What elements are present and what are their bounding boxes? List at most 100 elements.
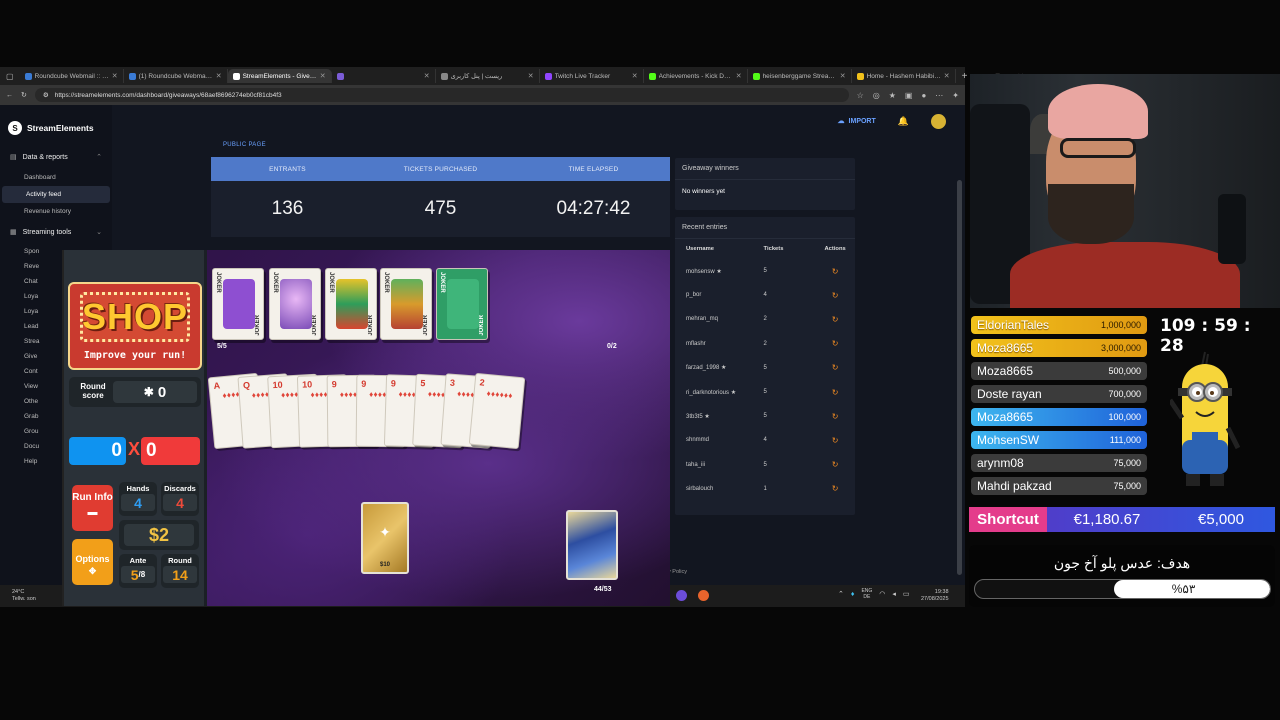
chart-icon: ▤ [10, 154, 17, 161]
round-label: Round [168, 556, 192, 565]
joker-card[interactable]: JOKER JOKER [212, 268, 264, 340]
language-indicator[interactable]: ENG DE [861, 588, 872, 600]
extension-icon[interactable]: ◎ [873, 91, 880, 100]
run-info-button[interactable]: Run Info ▬ [72, 485, 113, 531]
firefox-icon[interactable] [698, 590, 709, 601]
mic-icon[interactable]: ♦ [851, 591, 855, 598]
tab-close-icon[interactable]: ✕ [632, 72, 638, 80]
bell-icon[interactable]: 🔔 [898, 116, 909, 127]
public-page-link[interactable]: PUBLIC PAGE [223, 142, 266, 148]
reload-icon[interactable]: ↻ [21, 91, 27, 99]
browser-tab[interactable]: Home - Hashem Habibian ✕ [852, 69, 956, 83]
refresh-icon[interactable]: ↻ [815, 315, 855, 324]
volume-icon[interactable]: ◂ [892, 590, 896, 598]
favorites-icon[interactable]: ★ [889, 91, 896, 100]
wifi-icon[interactable]: ◠ [879, 590, 885, 598]
joker-label: JOKER [423, 315, 429, 336]
collections-icon[interactable]: ▣ [905, 91, 913, 100]
joker-art [223, 279, 255, 329]
menu-dots-icon[interactable]: ⋯ [935, 91, 943, 100]
url-field[interactable]: ⚙ https://streamelements.com/dashboard/g… [34, 88, 849, 102]
refresh-icon[interactable]: ↻ [815, 339, 855, 348]
tab-close-icon[interactable]: ✕ [528, 72, 534, 80]
tray-chevron-icon[interactable]: ⌃ [838, 590, 844, 598]
joker-card[interactable]: JOKER JOKER [436, 268, 488, 340]
discord-icon[interactable] [676, 590, 687, 601]
avatar[interactable] [931, 113, 946, 129]
address-bar: ← ↻ ⚙ https://streamelements.com/dashboa… [0, 85, 965, 105]
stat-header-entrants: ENTRANTS [269, 165, 306, 173]
options-button[interactable]: Options ✥ [72, 539, 113, 585]
battery-icon[interactable]: ▭ [903, 590, 910, 598]
browser-tab[interactable]: ✕ [332, 69, 436, 83]
tab-close-icon[interactable]: ✕ [112, 72, 118, 80]
refresh-icon[interactable]: ↻ [815, 388, 855, 397]
tab-close-icon[interactable]: ✕ [736, 72, 742, 80]
browser-tab[interactable]: Achievements - Kick Dashb ✕ [644, 69, 748, 83]
joker-slot-count: 5/5 [217, 343, 227, 350]
joker-card[interactable]: JOKER JOKER [380, 268, 432, 340]
tab-actions-icon[interactable]: ▢ [0, 72, 20, 81]
se-logo[interactable]: S StreamElements [0, 105, 112, 145]
weather-widget[interactable]: 24°C Tellw. son [12, 589, 36, 603]
sidebar-streaming-tools[interactable]: ▦ Streaming tools ⌄ [0, 220, 112, 244]
privacy-policy-link[interactable]: y Policy [668, 569, 687, 575]
refresh-icon[interactable]: ↻ [815, 436, 855, 445]
joker-art [280, 279, 312, 329]
cam-beard [1048, 184, 1134, 244]
donor-name: Doste rayan [977, 387, 1042, 401]
sidebar-item-revenue-history[interactable]: Revenue history [0, 203, 112, 220]
tab-close-icon[interactable]: ✕ [944, 72, 950, 80]
stat-value-time: 04:27:42 [556, 198, 631, 219]
profile-icon[interactable]: ● [921, 91, 926, 100]
playing-card[interactable]: 2 ♦ ♦ ♦ ♦ ♦ ♦ [468, 372, 526, 450]
hands-label: Hands [126, 484, 150, 493]
sidebar-section-label: Streaming tools [22, 228, 72, 236]
copilot-icon[interactable]: ✦ [952, 91, 959, 100]
browser-tab[interactable]: Twitch Live Tracker ✕ [540, 69, 644, 83]
back-icon[interactable]: ← [6, 92, 13, 99]
site-info-icon[interactable]: ⚙ [43, 91, 49, 99]
sidebar-item-activity-feed[interactable]: Activity feed [2, 186, 110, 203]
clock[interactable]: 19:38 27/08/2025 [921, 589, 949, 603]
refresh-icon[interactable]: ↻ [815, 291, 855, 300]
import-button[interactable]: ☁ IMPORT [838, 117, 876, 126]
deck-count: 44/53 [594, 586, 612, 593]
stream-overlay: EldorianTales 1,000,000 Moza8665 3,000,000 M… [965, 308, 1280, 608]
joker-label: JOKER [255, 315, 261, 336]
refresh-icon[interactable]: ↻ [815, 267, 855, 276]
refresh-icon[interactable]: ↻ [815, 484, 855, 493]
joker-card[interactable]: JOKER JOKER [325, 268, 377, 340]
card-rank: Q [242, 380, 251, 391]
tab-favicon-icon [128, 72, 136, 80]
shop-title: SHOP [80, 292, 190, 342]
tab-close-icon[interactable]: ✕ [424, 72, 430, 80]
voucher-card[interactable]: ✦ $10 [361, 502, 409, 574]
card-rank: 5 [420, 377, 426, 389]
joker-art [391, 279, 423, 329]
page-scrollbar[interactable] [957, 180, 962, 575]
refresh-icon[interactable]: ↻ [815, 363, 855, 372]
browser-tab[interactable]: (1) Roundcube Webmail :: Inbox✕ [124, 69, 228, 83]
browser-tab[interactable]: ریست | پنل کاربری ✕ [436, 69, 540, 83]
browser-tab[interactable]: StreamElements - Giveaway✕ [227, 69, 332, 83]
tab-close-icon[interactable]: ✕ [840, 72, 846, 80]
donation-amount: 75,000 [1113, 481, 1141, 491]
tab-close-icon[interactable]: ✕ [320, 72, 326, 80]
deck-pile[interactable] [566, 510, 618, 580]
browser-tab[interactable]: Roundcube Webmail :: Inbox✕ [20, 69, 124, 83]
sidebar-item-dashboard[interactable]: Dashboard [0, 169, 112, 186]
bookmark-star-icon[interactable]: ☆ [857, 91, 864, 100]
donor-name: Mahdi pakzad [977, 479, 1052, 493]
refresh-icon[interactable]: ↻ [815, 412, 855, 421]
joker-card[interactable]: JOKER JOKER [269, 268, 321, 340]
toolbar-icons: ☆ ◎ ★ ▣ ● ⋯ ✦ [857, 91, 959, 100]
browser-tab[interactable]: heisenberggame Stream - Y ✕ [748, 69, 852, 83]
sidebar-data-reports[interactable]: ▤ Data & reports ⌃ [0, 145, 112, 169]
joker-label: JOKER [312, 315, 318, 336]
tab-close-icon[interactable]: ✕ [216, 72, 222, 80]
entry-tickets: 2 [763, 316, 767, 323]
refresh-icon[interactable]: ↻ [815, 460, 855, 469]
entry-username: 3tb3t5 ★ [686, 413, 710, 420]
entry-username: mehran_mq [686, 316, 719, 323]
